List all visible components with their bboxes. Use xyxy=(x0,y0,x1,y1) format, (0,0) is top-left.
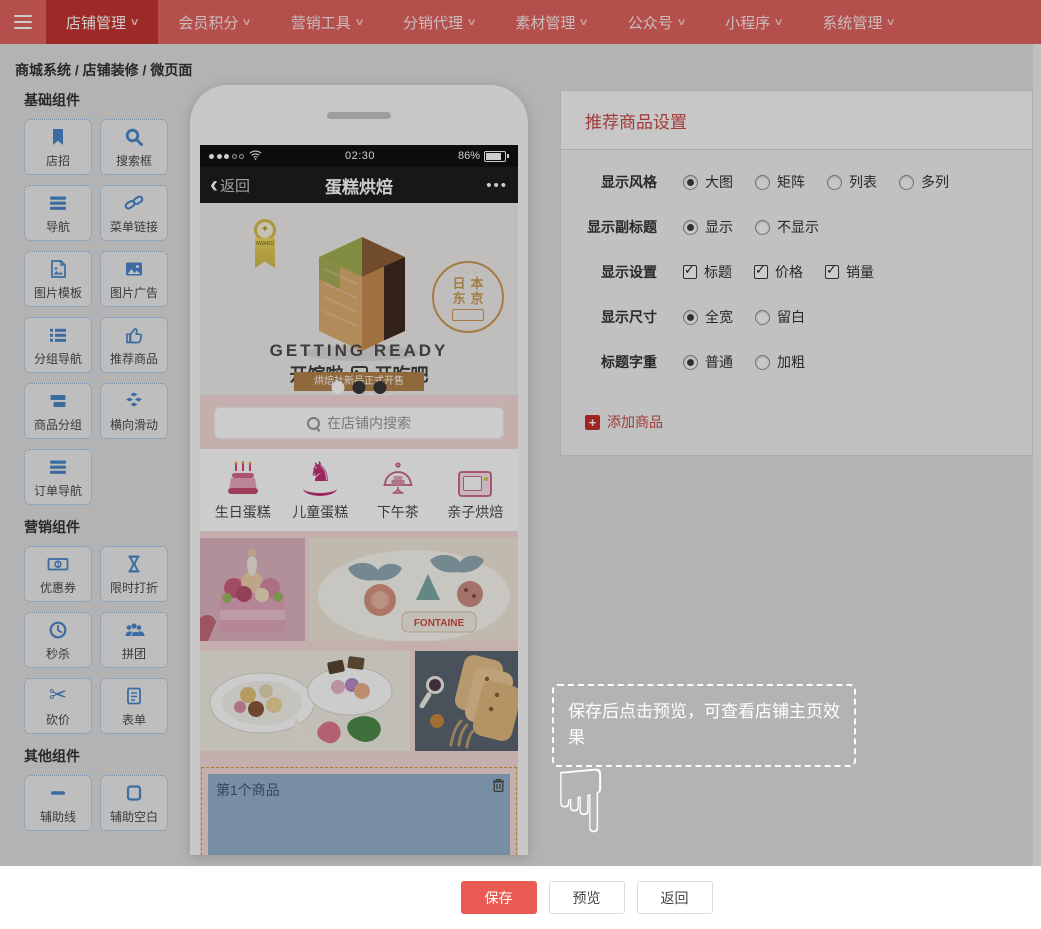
preview-button[interactable]: 预览 xyxy=(549,881,625,914)
save-button[interactable]: 保存 xyxy=(461,881,537,914)
return-button[interactable]: 返回 xyxy=(637,881,713,914)
pointing-hand-icon: ☟ xyxy=(554,758,608,846)
action-bar: 保存 预览 返回 xyxy=(0,866,1041,929)
guide-dim-overlay: 保存后点击预览，可查看店铺主页效果 ☟ xyxy=(0,0,1041,866)
